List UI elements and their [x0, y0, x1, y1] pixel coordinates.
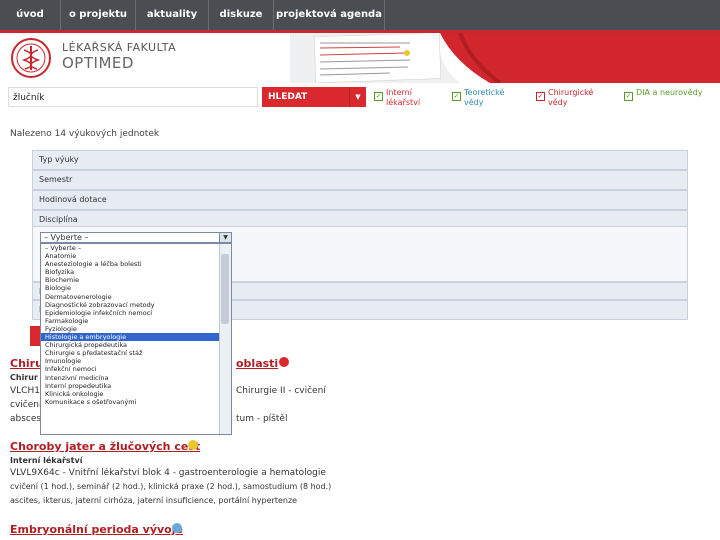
result-2-course[interactable]: VLVL9X64c - Vnitřní lékařství blok 4 - g…	[10, 468, 326, 478]
nav-diskuze[interactable]: diskuze	[209, 0, 274, 30]
result-category-1: Chirur	[10, 373, 38, 382]
filter-typ-vyuky[interactable]: Typ výuky	[32, 150, 688, 170]
category-interni[interactable]: ✓ Interní lékařství	[374, 88, 442, 108]
dropdown-option[interactable]: Klinická onkologie	[41, 390, 231, 398]
dropdown-scrollbar[interactable]	[219, 244, 231, 434]
category-dot-icon	[172, 523, 182, 533]
chevron-down-icon[interactable]: ▼	[219, 233, 231, 242]
dropdown-option[interactable]: Infekční nemoci	[41, 365, 231, 373]
dropdown-option[interactable]: Biochemie	[41, 276, 231, 284]
dropdown-option[interactable]: Epidemiologie infekčních nemocí	[41, 309, 231, 317]
nav-o-projektu[interactable]: o projektu	[61, 0, 136, 30]
category-label: DIA a neurovědy	[636, 88, 703, 97]
category-dot-icon	[188, 440, 198, 450]
category-dot-icon	[279, 357, 289, 367]
search-button[interactable]: HLEDAT ▼	[262, 87, 366, 107]
checkbox-icon[interactable]: ✓	[536, 92, 545, 101]
dropdown-option[interactable]: Imunologie	[41, 357, 231, 365]
dropdown-option[interactable]: Chirurgie s předatestační stáž	[41, 349, 231, 357]
dropdown-option[interactable]: Fyziologie	[41, 325, 231, 333]
search-input[interactable]: žlučník	[8, 87, 258, 107]
dropdown-option[interactable]: Farmakologie	[41, 317, 231, 325]
dropdown-option[interactable]: Dermatovenerologie	[41, 293, 231, 301]
nav-projektova-agenda[interactable]: projektová agenda	[274, 0, 385, 30]
header-decoration-image	[290, 33, 720, 83]
checkbox-icon[interactable]: ✓	[374, 92, 383, 101]
result-title-1[interactable]: Chiru	[10, 357, 43, 370]
category-label: Teoretické vědy	[464, 88, 505, 107]
result-2-hours: cvičení (1 hod.), seminář (2 hod.), klin…	[10, 482, 332, 491]
faculty-logo-icon[interactable]	[10, 37, 52, 79]
result-1-hours: cvičení	[10, 400, 42, 410]
category-label: Chirurgické vědy	[548, 88, 594, 107]
checkbox-icon[interactable]: ✓	[624, 92, 633, 101]
dropdown-options: – Vyberte – Anatomie Anesteziologie a léčb…	[41, 244, 231, 406]
nav-uvod[interactable]: úvod	[0, 0, 61, 30]
dropdown-option[interactable]: – Vyberte –	[41, 244, 231, 252]
nav-aktuality[interactable]: aktuality	[136, 0, 209, 30]
result-2-keywords: ascites, ikterus, jaterní cirhóza, jater…	[10, 496, 298, 505]
result-title-3[interactable]: Embryonální perioda vývoje	[10, 523, 183, 536]
brand-faculty-name: LÉKAŘSKÁ FAKULTA	[62, 41, 177, 54]
top-navigation: úvod o projektu aktuality diskuze projek…	[0, 0, 720, 33]
dropdown-option[interactable]: Anesteziologie a léčba bolesti	[41, 260, 231, 268]
category-dia[interactable]: ✓ DIA a neurovědy	[624, 88, 706, 101]
disciplina-select[interactable]: – Vyberte – ▼	[40, 232, 232, 243]
category-chirurgicke[interactable]: ✓ Chirurgické vědy	[536, 88, 608, 108]
results-count: Nalezeno 14 výukových jednotek	[10, 129, 160, 139]
checkbox-icon[interactable]: ✓	[452, 92, 461, 101]
filter-hodinova-dotace[interactable]: Hodinová dotace	[32, 190, 688, 210]
dropdown-option[interactable]: Intenzivní medicína	[41, 374, 231, 382]
brand-optimed: OPTIMED	[62, 54, 134, 72]
result-1-course-end: Chirurgie II - cvičení	[236, 386, 326, 396]
category-label: Interní lékařství	[386, 88, 421, 107]
filter-disciplina[interactable]: Disciplína	[32, 210, 688, 227]
search-button-label: HLEDAT	[268, 92, 308, 102]
result-1-keywords-end: tum - píštěl	[236, 414, 288, 424]
scrollbar-thumb[interactable]	[221, 254, 229, 324]
dropdown-option[interactable]: Diagnostické zobrazovací metody	[41, 301, 231, 309]
disciplina-dropdown-list[interactable]: – Vyberte – Anatomie Anesteziologie a léčb…	[40, 243, 232, 435]
dropdown-option[interactable]: Chirurgická propedeutika	[41, 341, 231, 349]
result-category-2: Interní lékařství	[10, 456, 83, 465]
dropdown-option[interactable]: Komunikace s ošetřovanými	[41, 398, 231, 406]
select-value: – Vyberte –	[44, 233, 89, 242]
dropdown-option[interactable]: Histologie a embryologie	[41, 333, 231, 342]
filter-semestr[interactable]: Semestr	[32, 170, 688, 190]
result-1-keywords: absces,	[10, 414, 44, 424]
result-title-2[interactable]: Choroby jater a žlučových cest	[10, 440, 200, 453]
chevron-down-icon[interactable]: ▼	[349, 87, 366, 107]
dropdown-option[interactable]: Anatomie	[41, 252, 231, 260]
category-teoreticke[interactable]: ✓ Teoretické vědy	[452, 88, 520, 108]
dropdown-option[interactable]: Biologie	[41, 284, 231, 292]
dropdown-option[interactable]: Biofyzika	[41, 268, 231, 276]
result-title-1-end[interactable]: oblasti	[236, 357, 278, 370]
dropdown-option[interactable]: Interní propedeutika	[41, 382, 231, 390]
